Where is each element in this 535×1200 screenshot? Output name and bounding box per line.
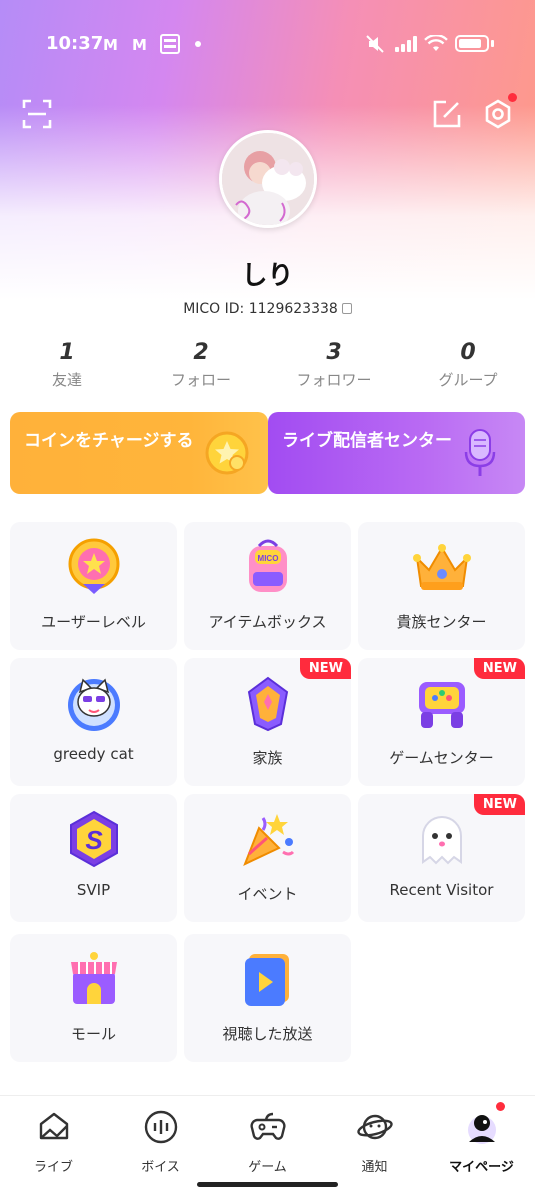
- mall-card[interactable]: モール: [10, 934, 177, 1062]
- nav-voice[interactable]: ボイス: [107, 1108, 214, 1175]
- game-console-icon: [418, 682, 465, 728]
- settings-icon[interactable]: [483, 99, 513, 129]
- svip-card[interactable]: S SVIP: [10, 794, 177, 922]
- voice-icon: [144, 1110, 177, 1144]
- stat-value: 3: [326, 340, 342, 365]
- live-streamer-center-banner[interactable]: ライブ配信者センター: [268, 412, 525, 494]
- edit-icon[interactable]: [432, 99, 462, 129]
- stat-label: フォロワー: [296, 371, 372, 389]
- settings-notification-dot: [508, 93, 517, 102]
- stat-value: 0: [460, 340, 476, 365]
- stat-groups[interactable]: 0 グループ: [401, 340, 535, 390]
- battery-tip: [491, 40, 494, 47]
- new-badge: NEW: [473, 658, 525, 679]
- gamepad-icon: [249, 1112, 286, 1140]
- nav-label: ライブ: [33, 1160, 73, 1175]
- scan-icon[interactable]: [22, 99, 52, 129]
- mico-id-text: MICO ID: 1129623338: [183, 301, 338, 317]
- planet-icon: [356, 1114, 393, 1140]
- mall-label: モール: [70, 1025, 116, 1043]
- noble-center-label: 貴族センター: [396, 613, 487, 631]
- watched-broadcasts-card[interactable]: 視聴した放送: [184, 934, 351, 1062]
- greedy-cat-card[interactable]: greedy cat: [10, 658, 177, 786]
- item-box-label: アイテムボックス: [208, 613, 327, 631]
- new-badge: NEW: [299, 658, 351, 679]
- watched-broadcasts-label: 視聴した放送: [222, 1025, 313, 1043]
- medal-icon: [68, 538, 119, 594]
- wifi-icon: [424, 35, 448, 51]
- ghost-icon: [421, 816, 462, 865]
- noble-center-card[interactable]: 貴族センター: [358, 522, 525, 650]
- live-streamer-center-label: ライブ配信者センター: [282, 431, 452, 451]
- status-time: 10:37: [46, 33, 104, 54]
- event-label: イベント: [237, 885, 298, 903]
- cat-icon: [67, 678, 120, 731]
- stat-followers[interactable]: 3 フォロワー: [267, 340, 401, 390]
- family-card[interactable]: NEW 家族: [184, 658, 351, 786]
- mico-tag: MICO: [257, 554, 278, 563]
- user-level-card[interactable]: ユーザーレベル: [10, 522, 177, 650]
- item-box-card[interactable]: MICO アイテムボックス: [184, 522, 351, 650]
- my-page-notification-dot: [496, 1102, 505, 1111]
- stat-label: フォロー: [170, 371, 231, 389]
- nav-label: 通知: [361, 1160, 388, 1175]
- crown-icon: [412, 544, 471, 590]
- nav-label: ゲーム: [248, 1160, 287, 1175]
- status-bar: 10:37 M M: [0, 0, 535, 90]
- svg-text:S: S: [85, 825, 103, 855]
- battery-icon: [455, 35, 489, 52]
- battery-level: [459, 39, 481, 48]
- signal-icon: [395, 36, 419, 52]
- game-center-label: ゲームセンター: [389, 749, 494, 767]
- more-notifications-dot: [195, 41, 201, 47]
- svip-label: SVIP: [76, 881, 111, 899]
- svip-icon: S: [69, 810, 118, 868]
- stat-value: 2: [193, 340, 209, 365]
- nav-live[interactable]: ライブ: [0, 1108, 107, 1175]
- stat-value: 1: [59, 340, 75, 365]
- stats-row: 1 友達 2 フォロー 3 フォロワー 0 グループ: [0, 340, 535, 400]
- nav-label: ボイス: [141, 1160, 180, 1175]
- username: しり: [241, 261, 294, 291]
- home-indicator[interactable]: [197, 1182, 338, 1187]
- family-label: 家族: [252, 749, 283, 767]
- stat-friends[interactable]: 1 友達: [0, 340, 134, 390]
- nav-label: マイページ: [449, 1160, 514, 1175]
- gmail-icon: M: [132, 36, 147, 54]
- nav-game[interactable]: ゲーム: [214, 1108, 321, 1175]
- profile-icon: [467, 1115, 496, 1144]
- mico-id: MICO ID: 1129623338: [0, 301, 535, 317]
- new-badge: NEW: [473, 794, 525, 815]
- user-level-label: ユーザーレベル: [41, 613, 146, 631]
- copy-icon[interactable]: [341, 303, 352, 314]
- charge-coins-label: コインをチャージする: [24, 431, 194, 451]
- greedy-cat-label: greedy cat: [53, 745, 134, 763]
- recent-visitor-label: Recent Visitor: [389, 881, 494, 899]
- family-shield-icon: [247, 676, 288, 732]
- shop-icon: [70, 952, 117, 1004]
- event-card[interactable]: イベント: [184, 794, 351, 922]
- recent-visitor-card[interactable]: NEW Recent Visitor: [358, 794, 525, 922]
- app-notification-icon: [160, 34, 180, 54]
- charge-coins-banner[interactable]: コインをチャージする: [10, 412, 268, 494]
- avatar[interactable]: [219, 130, 317, 228]
- nav-notifications[interactable]: 通知: [321, 1108, 428, 1175]
- backpack-icon: MICO: [248, 539, 287, 592]
- coin-icon: [205, 431, 249, 475]
- stat-label: グループ: [438, 371, 498, 389]
- game-center-card[interactable]: NEW ゲームセンター: [358, 658, 525, 786]
- gmail-icon: M: [103, 36, 118, 54]
- party-popper-icon: [242, 814, 294, 866]
- microphone-icon: [464, 429, 496, 476]
- stat-following[interactable]: 2 フォロー: [134, 340, 268, 390]
- nav-my-page[interactable]: マイページ: [428, 1108, 535, 1175]
- play-video-icon: [244, 954, 289, 1006]
- live-icon: [39, 1112, 68, 1140]
- mute-icon: [366, 35, 384, 53]
- stat-label: 友達: [51, 371, 82, 389]
